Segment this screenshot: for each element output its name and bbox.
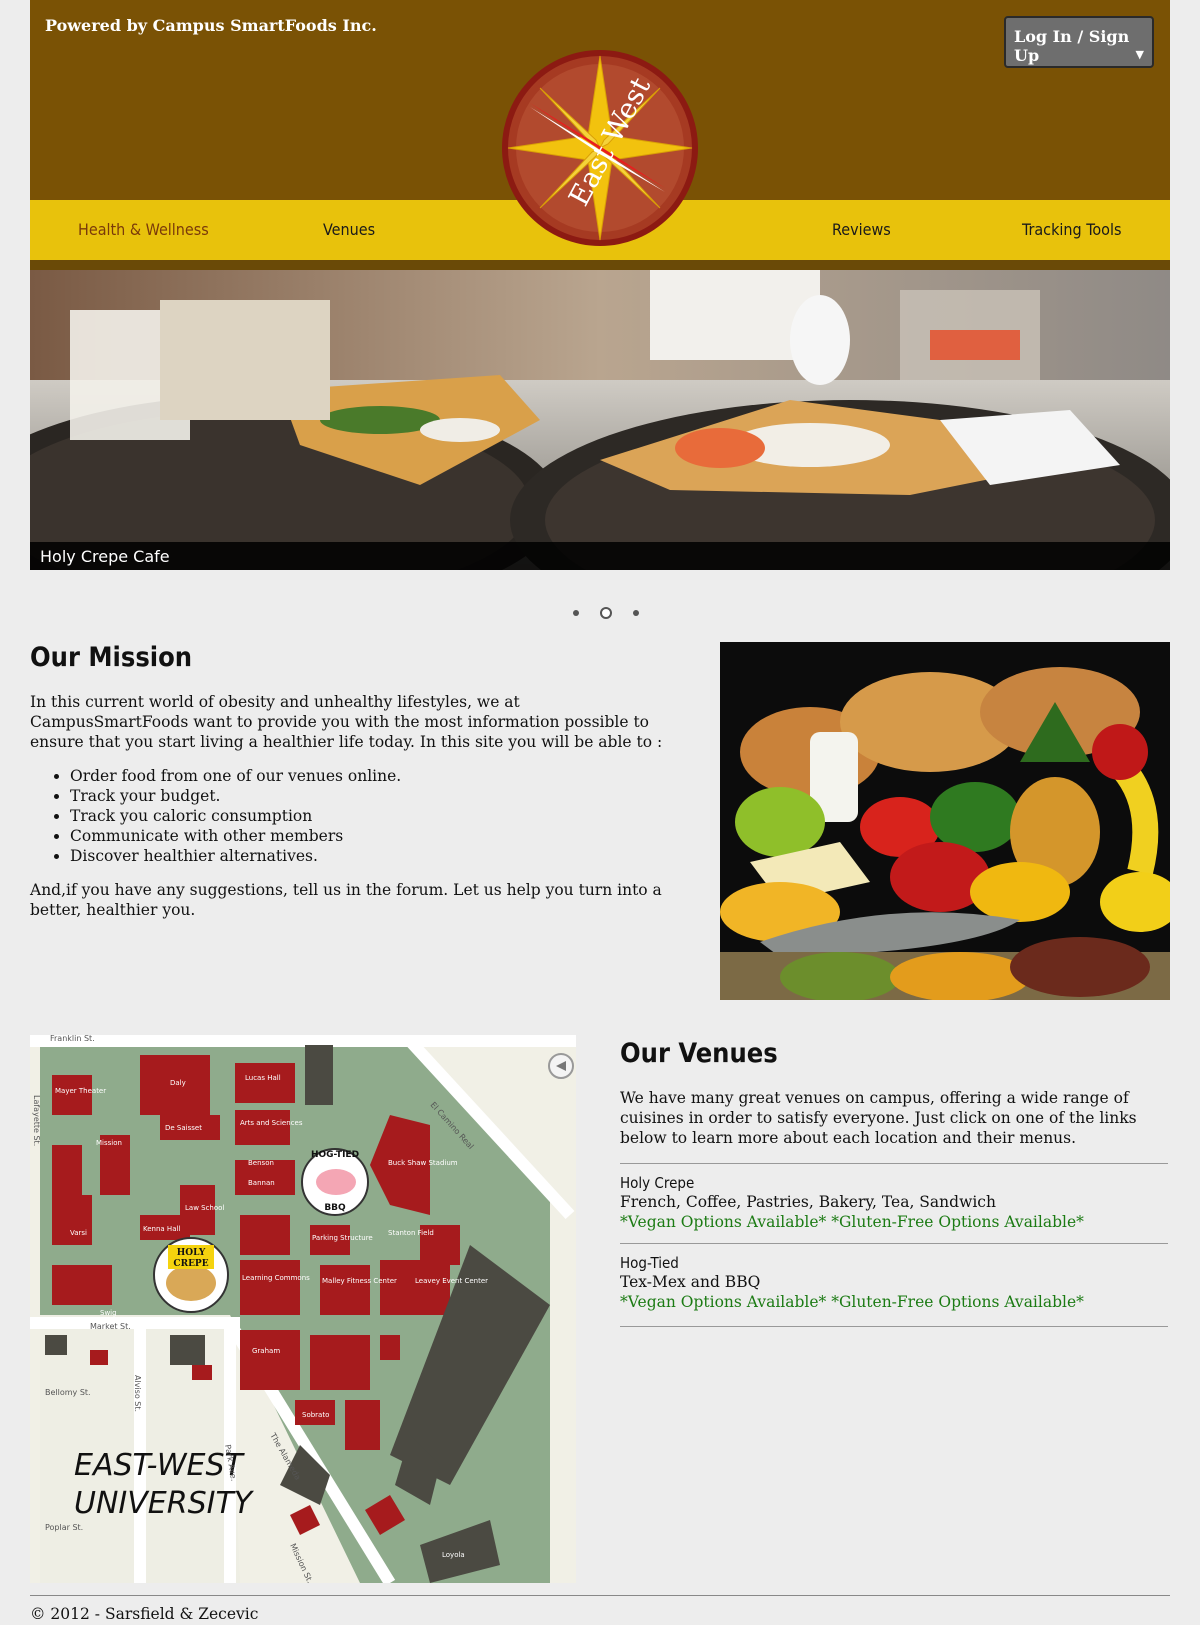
svg-text:Benson: Benson (248, 1159, 274, 1167)
svg-text:Franklin St.: Franklin St. (50, 1035, 95, 1043)
mission-bullet: Order food from one of our venues online… (70, 766, 680, 786)
footer-copyright: © 2012 - Sarsfield & Zecevic (30, 1605, 259, 1623)
mission-closing: And,if you have any suggestions, tell us… (30, 881, 662, 919)
venue-cuisine: French, Coffee, Pastries, Bakery, Tea, S… (620, 1193, 996, 1211)
nav-bottom-edge (30, 260, 1170, 270)
venue-item-holy-crepe[interactable]: Holy Crepe French, Coffee, Pastries, Bak… (620, 1163, 1168, 1243)
login-signup-label: Log In / Sign Up (1014, 27, 1130, 65)
venue-name[interactable]: Holy Crepe (620, 1174, 1168, 1192)
mission-bullets: Order food from one of our venues online… (30, 766, 680, 866)
svg-text:Lucas Hall: Lucas Hall (245, 1074, 281, 1082)
hero-caption-bar: Holy Crepe Cafe (30, 542, 1170, 570)
svg-text:Loyola: Loyola (442, 1551, 465, 1559)
slider-dot-1[interactable] (573, 609, 579, 616)
page: Powered by Campus SmartFoods Inc. Log In… (0, 0, 1200, 1625)
mission-bullet: Track you caloric consumption (70, 806, 680, 826)
svg-text:De Saisset: De Saisset (165, 1124, 202, 1132)
chevron-down-icon[interactable]: ▼ (1136, 48, 1144, 61)
svg-text:Alviso St.: Alviso St. (133, 1375, 142, 1412)
svg-text:Bellomy St.: Bellomy St. (45, 1388, 91, 1397)
powered-by-text: Powered by Campus SmartFoods Inc. (45, 16, 377, 35)
svg-text:Learning Commons: Learning Commons (242, 1274, 310, 1282)
svg-text:HOG-TIED: HOG-TIED (311, 1150, 359, 1160)
svg-text:Stanton Field: Stanton Field (388, 1229, 434, 1237)
map-pin-hog-tied[interactable]: HOG-TIED BBQ (301, 1148, 369, 1216)
map-pin-holy-crepe[interactable]: HOLY CREPE (153, 1237, 229, 1313)
venues-title: Our Venues (620, 1038, 778, 1069)
footer-divider (30, 1595, 1170, 1596)
venue-list: Holy Crepe French, Coffee, Pastries, Bak… (620, 1163, 1168, 1327)
svg-text:Mayer Theater: Mayer Theater (55, 1087, 106, 1095)
mission-title: Our Mission (30, 642, 193, 673)
nav-item-venues[interactable]: Venues (323, 220, 375, 239)
mission-text: In this current world of obesity and unh… (30, 692, 680, 934)
svg-text:Bannan: Bannan (248, 1179, 275, 1187)
mission-bullet: Track your budget. (70, 786, 680, 806)
svg-text:Parking Structure: Parking Structure (312, 1234, 373, 1242)
mission-bullet: Communicate with other members (70, 826, 680, 846)
svg-text:Daly: Daly (170, 1079, 186, 1087)
map-title-line1: EAST-WEST (74, 1448, 246, 1483)
nav-item-tracking-tools[interactable]: Tracking Tools (1022, 220, 1121, 239)
svg-text:Leavey Event Center: Leavey Event Center (415, 1277, 488, 1285)
nav-item-health-wellness[interactable]: Health & Wellness (78, 220, 209, 239)
map-title-line2: UNIVERSITY (74, 1486, 255, 1521)
svg-text:Swig: Swig (100, 1309, 117, 1317)
slider-dots (565, 602, 647, 619)
svg-text:Malley Fitness Center: Malley Fitness Center (322, 1277, 397, 1285)
svg-text:Market St.: Market St. (90, 1322, 131, 1331)
hero-slider[interactable]: Holy Crepe Cafe (30, 270, 1170, 570)
svg-text:CREPE: CREPE (173, 1259, 208, 1269)
hero-image (30, 270, 1170, 570)
campus-map[interactable]: HOG-TIED BBQ HOLY CREPE EAST-WEST UNIVER… (30, 1035, 576, 1583)
svg-text:Kenna Hall: Kenna Hall (143, 1225, 180, 1233)
east-west-logo[interactable]: East West (500, 48, 700, 248)
svg-text:BBQ: BBQ (324, 1203, 346, 1213)
venue-name[interactable]: Hog-Tied (620, 1254, 1168, 1272)
svg-text:Graham: Graham (252, 1347, 280, 1355)
svg-text:Law School: Law School (185, 1204, 224, 1212)
healthy-food-image (720, 642, 1170, 1000)
svg-text:Buck Shaw Stadium: Buck Shaw Stadium (388, 1159, 458, 1167)
svg-text:Arts and Sciences: Arts and Sciences (240, 1119, 303, 1127)
hero-caption: Holy Crepe Cafe (40, 547, 170, 566)
venue-options: *Vegan Options Available* *Gluten-Free O… (620, 1293, 1084, 1311)
venue-cuisine: Tex-Mex and BBQ (620, 1273, 761, 1291)
svg-text:Lafayette St.: Lafayette St. (32, 1095, 41, 1146)
slider-dot-2[interactable] (600, 606, 613, 619)
svg-text:HOLY: HOLY (177, 1248, 206, 1258)
venues-intro: We have many great venues on campus, off… (620, 1089, 1137, 1147)
mission-intro: In this current world of obesity and unh… (30, 693, 663, 751)
svg-text:Sobrato: Sobrato (302, 1411, 329, 1419)
svg-text:Varsi: Varsi (70, 1229, 87, 1237)
login-signup-button[interactable]: Log In / Sign Up ▼ (1004, 16, 1154, 68)
slider-dot-3[interactable] (633, 609, 640, 616)
svg-text:Poplar St.: Poplar St. (45, 1523, 83, 1532)
svg-text:Mission: Mission (96, 1139, 122, 1147)
mission-bullet: Discover healthier alternatives. (70, 846, 680, 866)
venue-item-hog-tied[interactable]: Hog-Tied Tex-Mex and BBQ *Vegan Options … (620, 1243, 1168, 1327)
nav-item-reviews[interactable]: Reviews (832, 220, 891, 239)
venue-options: *Vegan Options Available* *Gluten-Free O… (620, 1213, 1084, 1231)
